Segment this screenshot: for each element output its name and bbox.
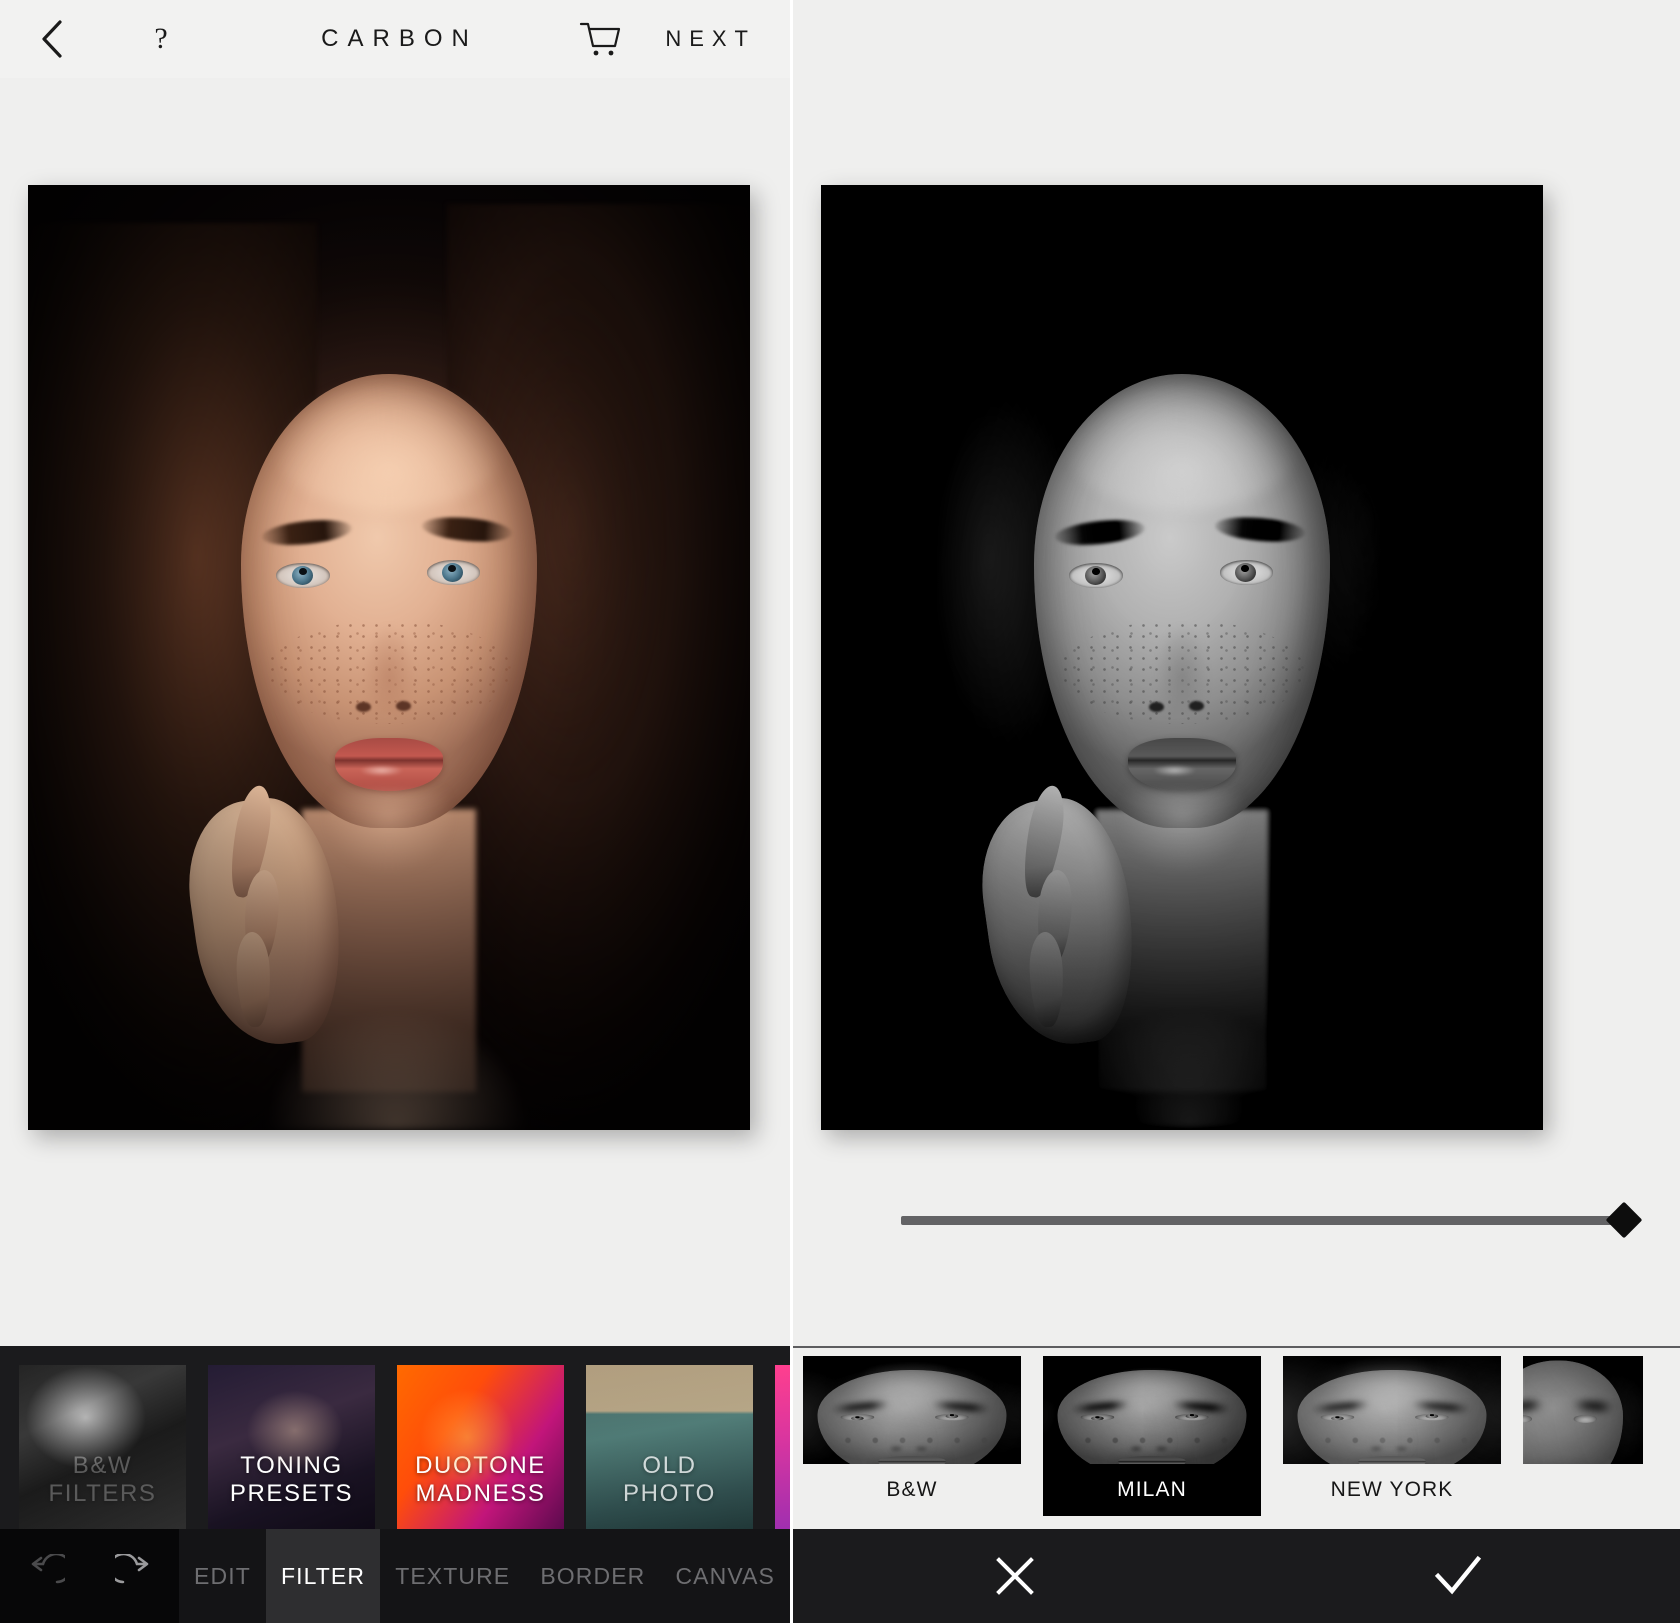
tab-canvas[interactable]: CANVAS	[660, 1529, 790, 1623]
check-icon	[1428, 1548, 1488, 1604]
filter-pack-card[interactable]: B&W FILTERS	[19, 1365, 186, 1529]
cancel-button[interactable]	[793, 1548, 1237, 1604]
filter-intensity-slider[interactable]	[793, 1201, 1680, 1239]
filter-pack-card[interactable]	[775, 1365, 790, 1529]
undo-icon[interactable]	[21, 1554, 65, 1598]
close-icon	[987, 1548, 1043, 1604]
app-header: ? CARBON NEXT	[0, 0, 790, 78]
filter-pack-carousel[interactable]: B&W FILTERS TONING PRESETS DUOTONE MADNE…	[0, 1346, 790, 1529]
back-button[interactable]	[30, 17, 74, 61]
filter-thumb-image	[1523, 1356, 1643, 1464]
filter-thumb-image	[1043, 1356, 1261, 1464]
help-button[interactable]: ?	[136, 17, 186, 61]
filter-pack-label: OLD PHOTO	[586, 1452, 753, 1507]
redo-icon[interactable]	[114, 1554, 159, 1598]
filter-thumb-new-york[interactable]: NEW YORK	[1283, 1356, 1501, 1516]
filter-thumb-image	[1283, 1356, 1501, 1464]
photo-canvas-filtered	[793, 0, 1680, 1346]
filter-thumb-image	[803, 1356, 1021, 1464]
filter-thumb-label: NEW YORK	[1330, 1478, 1454, 1501]
filter-pack-label-line2: PRESETS	[229, 1479, 354, 1507]
filter-pack-card[interactable]: OLD PHOTO	[586, 1365, 753, 1529]
filter-pack-label-line1: TONING	[240, 1452, 343, 1480]
tab-edit[interactable]: EDIT	[179, 1529, 266, 1623]
shopping-cart-icon[interactable]	[577, 17, 623, 61]
filter-pack-card[interactable]: DUOTONE MADNESS	[397, 1365, 564, 1529]
filter-thumb-milan[interactable]: MILAN	[1043, 1356, 1261, 1516]
screenshot-root: ? CARBON NEXT B&W FILTERS TONING PRESETS…	[0, 0, 1680, 1623]
filter-thumbnail-carousel[interactable]: B&W MILAN NEW YORK	[793, 1346, 1680, 1529]
left-screen: ? CARBON NEXT B&W FILTERS TONING PRESETS…	[0, 0, 790, 1623]
filter-pack-label: B&W FILTERS	[19, 1452, 186, 1507]
right-screen: B&W MILAN NEW YORK	[790, 0, 1680, 1623]
tab-texture[interactable]: TEXTURE	[380, 1529, 525, 1623]
header-right-group: NEXT	[577, 17, 760, 61]
filter-pack-label-line2: PHOTO	[623, 1479, 716, 1507]
filter-thumb-label: B&W	[886, 1478, 938, 1501]
filter-pack-label-line1: DUOTONE	[415, 1452, 546, 1480]
filter-thumb-label: MILAN	[1043, 1464, 1261, 1516]
filter-pack-label-line1: OLD	[642, 1452, 697, 1480]
filter-pack-label: DUOTONE MADNESS	[397, 1452, 564, 1507]
filter-thumb-next[interactable]	[1523, 1356, 1643, 1516]
history-controls	[0, 1529, 179, 1623]
portrait-image-bw	[821, 185, 1543, 1130]
filter-pack-label-line2: FILTERS	[48, 1479, 157, 1507]
diamond-handle-icon[interactable]	[1605, 1201, 1643, 1239]
filter-pack-label: TONING PRESETS	[208, 1452, 375, 1507]
filter-pack-card[interactable]: TONING PRESETS	[208, 1365, 375, 1529]
filter-pack-label-line2: MADNESS	[415, 1479, 546, 1507]
editor-tabbar: EDIT FILTER TEXTURE BORDER CANVAS	[0, 1529, 790, 1623]
tab-border[interactable]: BORDER	[525, 1529, 660, 1623]
next-button[interactable]: NEXT	[665, 26, 760, 52]
apply-button[interactable]	[1237, 1548, 1680, 1604]
portrait-image	[28, 185, 750, 1130]
slider-track[interactable]	[901, 1201, 1643, 1239]
photo-canvas	[0, 78, 790, 1346]
confirm-bar	[793, 1529, 1680, 1623]
filter-pack-label-line1: B&W	[72, 1452, 133, 1480]
preview-photo-original[interactable]	[28, 185, 750, 1130]
preview-photo-filtered[interactable]	[821, 185, 1543, 1130]
filter-thumb-bw[interactable]: B&W	[803, 1356, 1021, 1516]
tab-filter[interactable]: FILTER	[265, 1529, 381, 1623]
